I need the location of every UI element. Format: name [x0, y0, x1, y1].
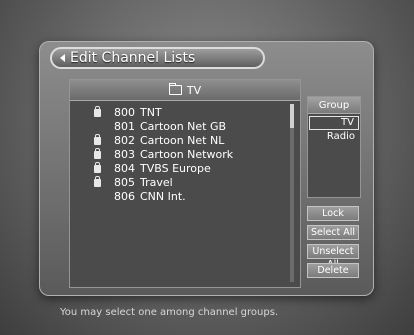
channel-rows: 800 TNT 801 Cartoon Net GB 802 Cartoon N… — [70, 106, 300, 204]
lock-icon — [94, 148, 101, 159]
channel-number: 803 — [114, 148, 135, 161]
lock-icon — [94, 176, 101, 187]
channel-number: 804 — [114, 162, 135, 175]
list-scrollbar[interactable] — [290, 104, 294, 282]
group-item-radio[interactable]: Radio — [308, 130, 360, 144]
channel-number: 802 — [114, 134, 135, 147]
channel-name: Cartoon Net NL — [140, 134, 225, 147]
channel-row[interactable]: 800 TNT — [70, 106, 300, 120]
dialog-frame: Edit Channel Lists TV 800 TNT 801 Cartoo… — [39, 41, 374, 296]
lock-icon — [94, 162, 101, 173]
scroll-thumb[interactable] — [290, 104, 294, 128]
channel-number: 805 — [114, 176, 135, 189]
channel-row[interactable]: 804 TVBS Europe — [70, 162, 300, 176]
group-item-tv[interactable]: TV — [309, 116, 359, 130]
channel-name: Travel — [140, 176, 173, 189]
select-all-button[interactable]: Select All — [307, 225, 359, 240]
lock-icon — [94, 106, 101, 117]
channel-name: Cartoon Network — [140, 148, 234, 161]
channel-name: Cartoon Net GB — [140, 120, 227, 133]
channel-name: CNN Int. — [140, 190, 186, 203]
channel-number: 800 — [114, 106, 135, 119]
channel-row[interactable]: 801 Cartoon Net GB — [70, 120, 300, 134]
folder-icon — [168, 83, 182, 95]
channel-row[interactable]: 805 Travel — [70, 176, 300, 190]
delete-button[interactable]: Delete — [307, 263, 359, 278]
lock-icon — [94, 134, 101, 145]
group-panel: Group TV Radio — [307, 96, 361, 198]
channel-name: TVBS Europe — [140, 162, 211, 175]
back-arrow-icon[interactable] — [60, 54, 65, 62]
channel-row[interactable]: 806 CNN Int. — [70, 190, 300, 204]
title-bar[interactable]: Edit Channel Lists — [50, 47, 265, 69]
channel-list-panel: TV 800 TNT 801 Cartoon Net GB 802 Cartoo… — [69, 79, 301, 288]
unselect-all-button[interactable]: Unselect All — [307, 244, 359, 270]
channel-row[interactable]: 803 Cartoon Network — [70, 148, 300, 162]
list-title: TV — [186, 83, 202, 97]
channel-name: TNT — [140, 106, 162, 119]
group-header: Group — [308, 97, 360, 114]
channel-number: 806 — [114, 190, 135, 203]
page-title: Edit Channel Lists — [70, 50, 196, 66]
list-header: TV — [70, 80, 300, 101]
channel-number: 801 — [114, 120, 135, 133]
channel-row[interactable]: 802 Cartoon Net NL — [70, 134, 300, 148]
lock-button[interactable]: Lock — [307, 206, 359, 221]
hint-text: You may select one among channel groups. — [60, 307, 279, 318]
